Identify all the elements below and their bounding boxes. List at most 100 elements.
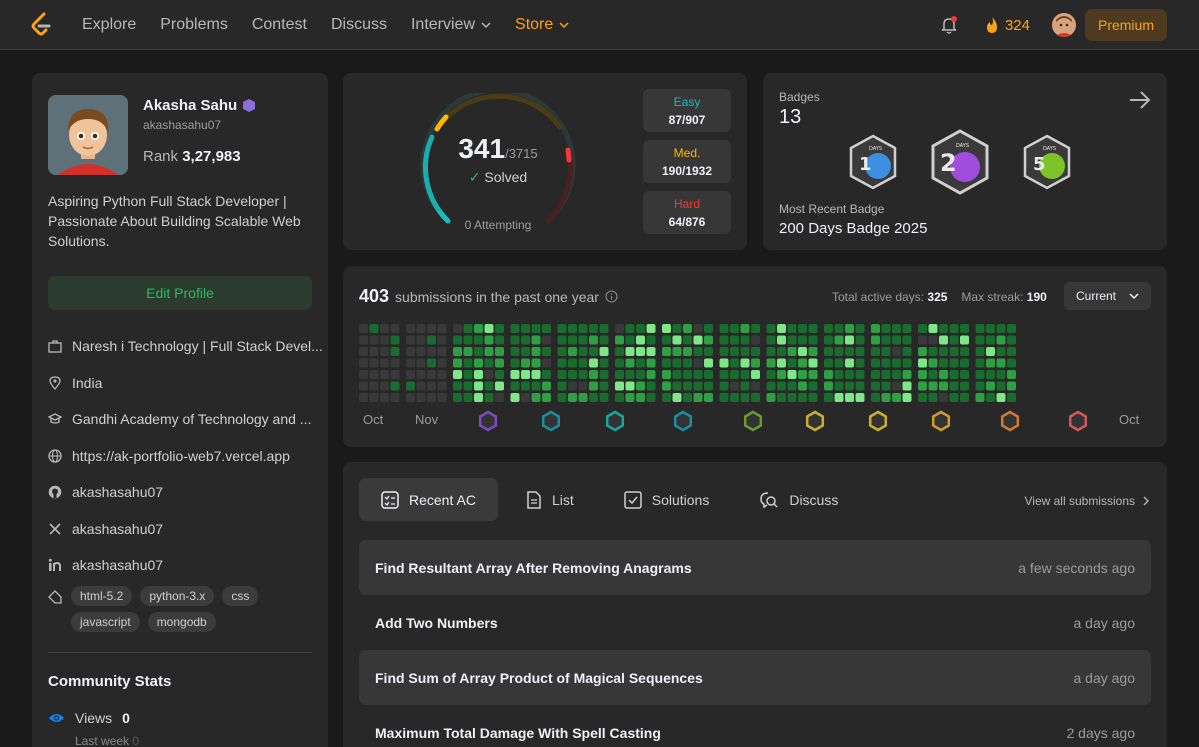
heatmap-cell[interactable] [855,347,865,356]
heatmap-cell[interactable] [855,335,865,345]
heatmap-cell[interactable] [766,335,776,345]
heatmap-cell[interactable] [730,393,739,402]
heatmap-cell[interactable] [416,393,426,402]
heatmap-cell[interactable] [740,381,750,391]
heatmap-cell[interactable] [960,370,969,379]
heatmap-cell[interactable] [787,324,797,333]
heatmap-cell[interactable] [510,335,520,345]
heatmap-cell[interactable] [881,324,891,333]
heatmap-cell[interactable] [918,347,927,356]
heatmap-cell[interactable] [646,347,656,356]
heatmap-cell[interactable] [719,358,729,368]
heatmap-cell[interactable] [834,335,844,345]
heatmap-cell[interactable] [787,335,797,345]
heatmap-cell[interactable] [693,370,703,379]
nav-contest[interactable]: Contest [252,16,307,34]
heatmap-cell[interactable] [996,370,1006,379]
heatmap-cell[interactable] [845,358,854,368]
heatmap-cell[interactable] [557,358,567,368]
heatmap-cell[interactable] [1007,324,1016,333]
submission-title[interactable]: Find Sum of Array Product of Magical Seq… [375,670,703,686]
heatmap-cell[interactable] [369,335,379,345]
heatmap-cell[interactable] [704,370,713,379]
heatmap-cell[interactable] [808,347,818,356]
heatmap-cell[interactable] [495,370,504,379]
heatmap-cell[interactable] [510,370,520,379]
heatmap-cell[interactable] [928,358,938,368]
heatmap-cell[interactable] [662,347,671,356]
heatmap-cell[interactable] [740,393,750,402]
heatmap-cell[interactable] [369,358,379,368]
heatmap-cell[interactable] [730,358,739,368]
heatmap-cell[interactable] [531,324,541,333]
heatmap-cell[interactable] [798,393,807,402]
skill-tag[interactable]: python-3.x [140,585,215,606]
heatmap-cell[interactable] [798,381,807,391]
heatmap-cell[interactable] [845,335,854,345]
heatmap-cell[interactable] [390,381,400,391]
heatmap-cell[interactable] [787,358,797,368]
heatmap-cell[interactable] [751,335,760,345]
heatmap-cell[interactable] [902,324,912,333]
skill-tag[interactable]: javascript [71,611,140,632]
heatmap-cell[interactable] [463,347,473,356]
heatmap-cell[interactable] [589,335,598,345]
heatmap-cell[interactable] [521,393,530,402]
heatmap-cell[interactable] [751,347,760,356]
github-link[interactable]: akashasahu07 [72,484,163,500]
heatmap-cell[interactable] [939,393,948,402]
heatmap-cell[interactable] [949,370,959,379]
heatmap-cell[interactable] [704,324,713,333]
heatmap-cell[interactable] [672,393,682,402]
heatmap-cell[interactable] [437,370,447,379]
calendar-year-select[interactable]: Current [1064,282,1151,310]
premium-button[interactable]: Premium [1084,9,1167,41]
heatmap-cell[interactable] [453,335,462,345]
heatmap-cell[interactable] [928,324,938,333]
heatmap-cell[interactable] [986,347,995,356]
nav-store[interactable]: Store [515,16,569,34]
heatmap-cell[interactable] [359,358,368,368]
heatmap-cell[interactable] [704,381,713,391]
heatmap-cell[interactable] [939,335,948,345]
heatmap-cell[interactable] [986,358,995,368]
nav-problems[interactable]: Problems [160,16,228,34]
heatmap-cell[interactable] [751,381,760,391]
heatmap-cell[interactable] [1007,393,1016,402]
heatmap-cell[interactable] [578,324,588,333]
heatmap-cell[interactable] [766,370,776,379]
info-website[interactable]: https://ak-portfolio-web7.vercel.app [48,438,312,475]
heatmap-cell[interactable] [996,358,1006,368]
heatmap-cell[interactable] [949,381,959,391]
heatmap-cell[interactable] [798,358,807,368]
heatmap-cell[interactable] [437,324,447,333]
heatmap-cell[interactable] [777,324,786,333]
heatmap-cell[interactable] [719,347,729,356]
heatmap-cell[interactable] [453,370,462,379]
heatmap-cell[interactable] [834,324,844,333]
heatmap-cell[interactable] [824,370,833,379]
heatmap-cell[interactable] [521,358,530,368]
heatmap-cell[interactable] [416,324,426,333]
heatmap-cell[interactable] [845,324,854,333]
heatmap-cell[interactable] [824,393,833,402]
heatmap-cell[interactable] [845,393,854,402]
heatmap-cell[interactable] [928,335,938,345]
heatmap-cell[interactable] [871,335,880,345]
heatmap-cell[interactable] [521,370,530,379]
heatmap-cell[interactable] [777,370,786,379]
heatmap-cell[interactable] [646,335,656,345]
info-icon[interactable] [605,290,618,303]
heatmap-cell[interactable] [495,381,504,391]
heatmap-cell[interactable] [824,358,833,368]
heatmap-cell[interactable] [463,370,473,379]
heatmap-cell[interactable] [1007,335,1016,345]
heatmap-cell[interactable] [531,347,541,356]
heatmap-cell[interactable] [834,370,844,379]
heatmap-cell[interactable] [996,381,1006,391]
heatmap-cell[interactable] [855,393,865,402]
heatmap-cell[interactable] [996,324,1006,333]
heatmap-cell[interactable] [730,381,739,391]
heatmap-cell[interactable] [975,370,985,379]
heatmap-cell[interactable] [975,358,985,368]
